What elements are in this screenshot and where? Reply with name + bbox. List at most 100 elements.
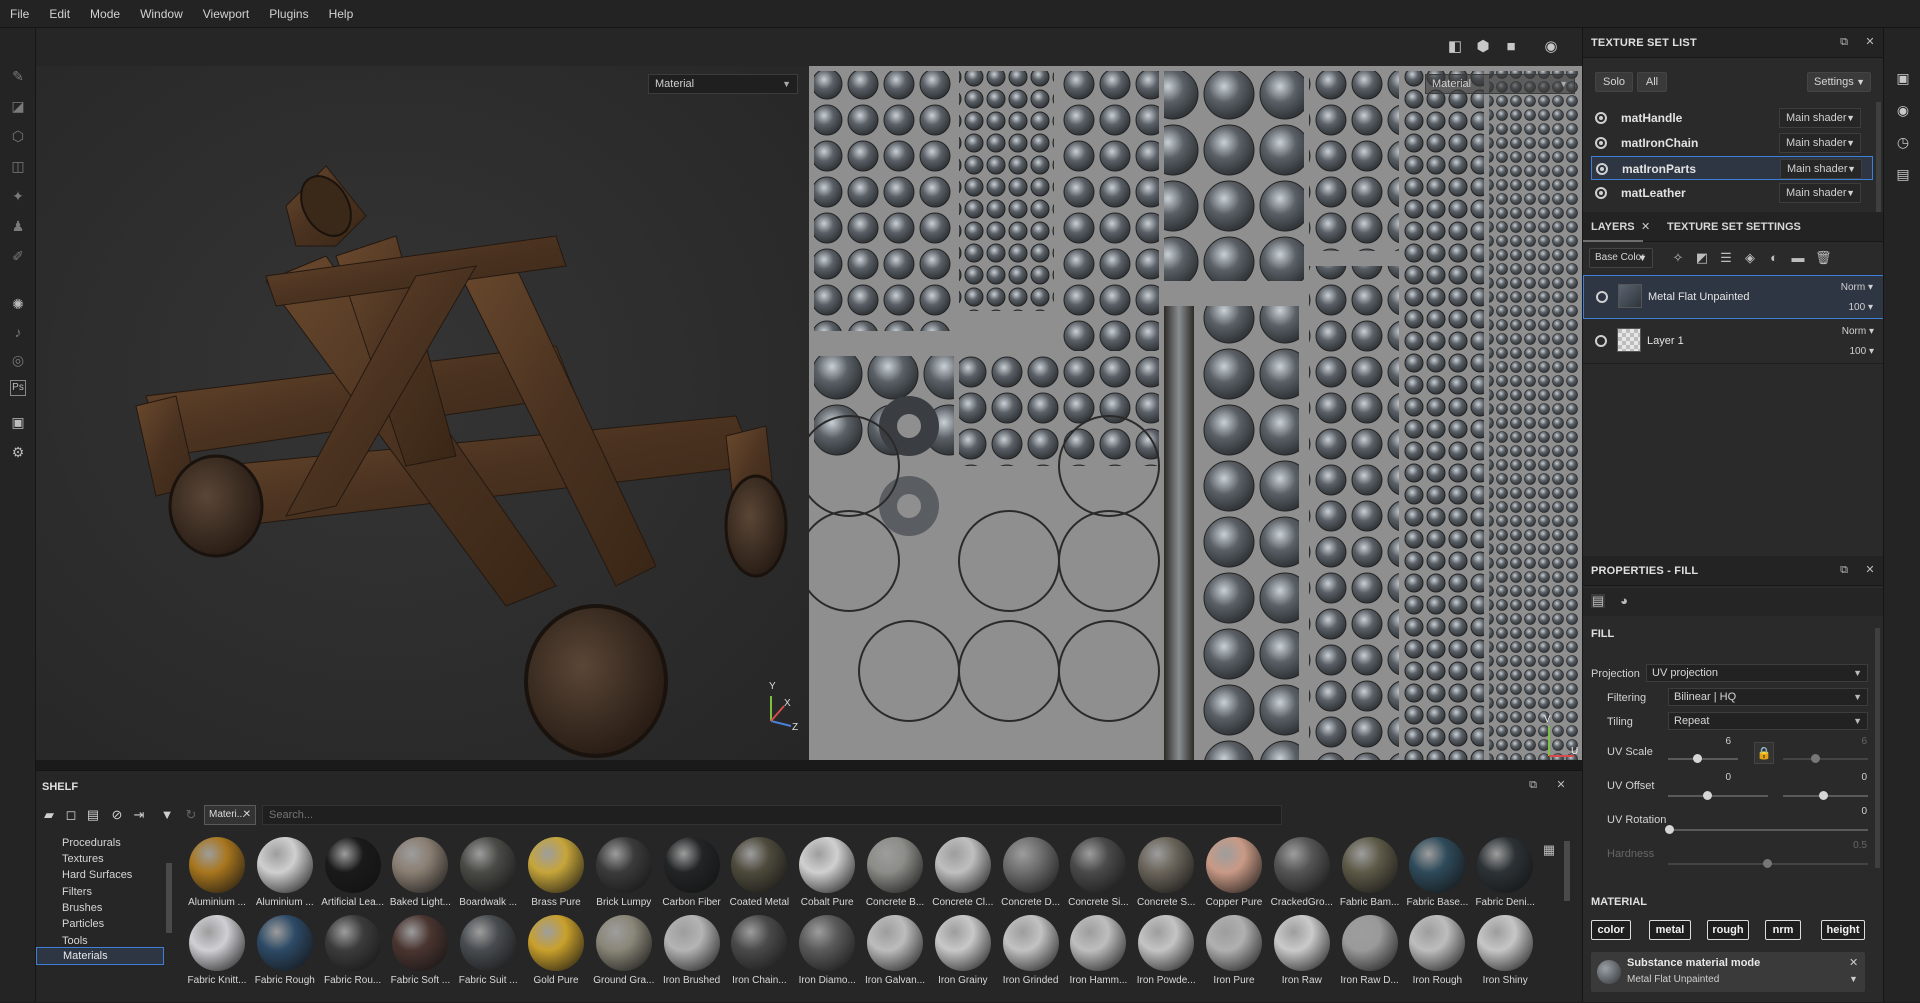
save-icon[interactable]: ▤ [84, 806, 102, 824]
paint-brush-icon[interactable]: ✎ [8, 66, 28, 86]
material-thumbnail[interactable]: Iron Pure [1201, 913, 1267, 989]
add-folder-icon[interactable]: ▬ [1791, 251, 1805, 265]
clone-icon[interactable]: ♟ [8, 216, 28, 236]
sculpt-icon[interactable]: ◎ [8, 350, 28, 370]
bell-icon[interactable]: ♪ [8, 322, 28, 342]
projection-icon[interactable]: ⬡ [8, 126, 28, 146]
visibility-eye-icon[interactable] [1595, 137, 1607, 149]
grid-view-icon[interactable]: ▦ [1542, 843, 1556, 857]
uv-scale-knob-2[interactable] [1811, 754, 1820, 763]
visibility-eye-icon[interactable] [1595, 112, 1607, 124]
viewport-2d-uv[interactable]: Material ▼ V U [809, 66, 1582, 760]
uv-offset-slider[interactable] [1668, 795, 1768, 797]
material-thumbnail[interactable]: Iron Brushed [659, 913, 725, 989]
hardness-value[interactable]: 0.5 [1837, 840, 1867, 851]
split-view-icon[interactable]: ◧ [1444, 36, 1466, 58]
properties-close-icon[interactable]: ✕ [1863, 563, 1877, 577]
lock-icon[interactable]: 🔒 [1754, 742, 1774, 764]
filter-tag[interactable]: Materi... ✕ [204, 805, 256, 825]
picker-icon[interactable]: ✐ [8, 246, 28, 266]
properties-float-icon[interactable]: ⧉ [1837, 563, 1851, 577]
add-effect-icon[interactable]: ✧ [1671, 251, 1685, 265]
material-thumbnail[interactable]: Artificial Lea... [320, 835, 386, 911]
tsl-settings-button[interactable]: Settings ▼ [1807, 72, 1871, 92]
uv-scale-value-2[interactable]: 6 [1837, 736, 1867, 747]
material-thumbnail[interactable]: Fabric Bam... [1337, 835, 1403, 911]
channel-height-button[interactable]: height [1821, 920, 1865, 940]
add-fill-layer-icon[interactable]: ◈ [1743, 251, 1757, 265]
material-thumbnail[interactable]: Fabric Knitt... [184, 913, 250, 989]
filter-icon[interactable]: ▼ [158, 806, 176, 824]
tab-texture-set-settings[interactable]: TEXTURE SET SETTINGS [1659, 212, 1809, 242]
filter-tag-close-icon[interactable]: ✕ [243, 806, 251, 824]
material-thumbnail[interactable]: Copper Pure [1201, 835, 1267, 911]
bake-icon[interactable]: ✺ [8, 294, 28, 314]
material-thumbnail[interactable]: Fabric Suit ... [455, 913, 521, 989]
refresh-icon[interactable]: ↻ [182, 806, 200, 824]
photoshop-icon[interactable]: Ps [10, 380, 26, 396]
smudge-icon[interactable]: ✦ [8, 186, 28, 206]
fill-properties-icon[interactable]: ▤ [1591, 594, 1605, 608]
new-folder-icon[interactable]: ◻ [62, 806, 80, 824]
material-thumbnail[interactable]: Iron Powde... [1133, 913, 1199, 989]
material-thumbnail[interactable]: Fabric Base... [1404, 835, 1470, 911]
material-thumbnail[interactable]: Aluminium ... [184, 835, 250, 911]
menu-plugins[interactable]: Plugins [259, 0, 318, 28]
visibility-eye-icon[interactable] [1596, 163, 1608, 175]
shelf-close-icon[interactable]: ✕ [1554, 778, 1568, 792]
material-thumbnail[interactable]: Iron Rough [1404, 913, 1470, 989]
uv-scale-slider[interactable] [1668, 758, 1738, 760]
material-thumbnail[interactable]: Fabric Rough [252, 913, 318, 989]
uv-scale-slider-2[interactable] [1783, 758, 1868, 760]
material-thumbnail[interactable]: Brass Pure [523, 835, 589, 911]
material-thumbnail[interactable]: Concrete B... [862, 835, 928, 911]
screenshot-icon[interactable]: ◉ [1540, 36, 1562, 58]
channel-select[interactable]: Base Color ▼ [1589, 248, 1653, 268]
filtering-select[interactable]: Bilinear | HQ ▼ [1668, 688, 1868, 706]
menu-edit[interactable]: Edit [39, 0, 80, 28]
properties-scrollbar[interactable] [1875, 628, 1880, 868]
solo-button[interactable]: Solo [1595, 72, 1633, 92]
layer-row-selected[interactable]: Metal Flat Unpainted Norm ▾ 100 ▾ [1583, 275, 1884, 319]
menu-help[interactable]: Help [319, 0, 364, 28]
material-thumbnail[interactable]: Iron Shiny [1472, 913, 1538, 989]
material-thumbnail[interactable]: Cobalt Pure [794, 835, 860, 911]
material-thumbnail[interactable]: Iron Raw D... [1337, 913, 1403, 989]
substance-material-mode[interactable]: Substance material mode Metal Flat Unpai… [1591, 952, 1865, 992]
material-thumbnail[interactable]: Fabric Soft ... [387, 913, 453, 989]
material-thumbnail[interactable]: Fabric Rou... [320, 913, 386, 989]
material-thumbnail[interactable]: Fabric Deni... [1472, 835, 1538, 911]
channel-rough-button[interactable]: rough [1707, 920, 1749, 940]
uv-offset-value[interactable]: 0 [1701, 772, 1731, 783]
material-mode-expand-icon[interactable]: ▼ [1849, 974, 1858, 984]
channel-metal-button[interactable]: metal [1649, 920, 1691, 940]
display-settings-icon[interactable]: ▣ [1893, 68, 1913, 88]
material-thumbnail[interactable]: Concrete D... [998, 835, 1064, 911]
uv-rotation-slider[interactable] [1668, 829, 1868, 831]
category-procedurals[interactable]: Procedurals [62, 837, 121, 849]
blend-mode-select[interactable]: Norm ▾ [1841, 282, 1873, 293]
hardness-knob[interactable] [1763, 859, 1772, 868]
category-textures[interactable]: Textures [62, 853, 104, 865]
shader-select[interactable]: Main shader ▼ [1779, 108, 1861, 128]
viewport[interactable]: ◧ ⬢ ■ ◉ Material ▼ Y Z X Material ▼ V U [36, 28, 1582, 760]
material-thumbnail[interactable]: CrackedGro... [1269, 835, 1335, 911]
viewport-shelf-splitter[interactable] [36, 760, 1582, 770]
channel-color-button[interactable]: color [1591, 920, 1631, 940]
material-thumbnail[interactable]: Iron Hamm... [1065, 913, 1131, 989]
category-filters[interactable]: Filters [62, 886, 92, 898]
layer-visibility-icon[interactable] [1595, 335, 1607, 347]
texture-set-row[interactable]: matIronChain Main shader ▼ [1591, 131, 1873, 155]
menu-mode[interactable]: Mode [80, 0, 130, 28]
uv-offset-value-2[interactable]: 0 [1837, 772, 1867, 783]
add-smart-material-icon[interactable]: ◐ [1767, 251, 1781, 265]
category-materials[interactable]: Materials [36, 947, 164, 965]
folder-icon[interactable]: ▰ [40, 806, 58, 824]
shader-select[interactable]: Main shader ▼ [1780, 159, 1862, 179]
material-thumbnail[interactable]: Iron Raw [1269, 913, 1335, 989]
tsl-scrollbar[interactable] [1876, 102, 1881, 212]
menu-file[interactable]: File [0, 0, 39, 28]
layer-row[interactable]: Layer 1 Norm ▾ 100 ▾ [1583, 320, 1884, 364]
materials-scrollbar[interactable] [1564, 841, 1570, 901]
eraser-icon[interactable]: ◪ [8, 96, 28, 116]
